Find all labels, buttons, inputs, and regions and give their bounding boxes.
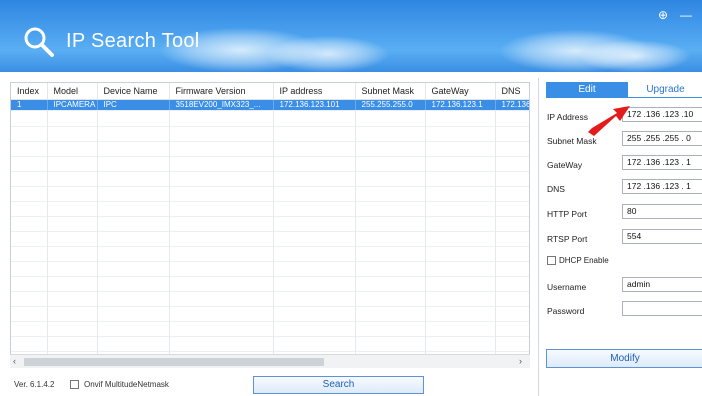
scroll-right-arrow[interactable]: ›	[519, 356, 522, 366]
rtsp-port-label: RTSP Port	[547, 234, 588, 244]
column-header-device-name[interactable]: Device Name	[97, 83, 170, 100]
scrollbar-thumb[interactable]	[24, 358, 324, 366]
username-field[interactable]: admin	[622, 277, 702, 292]
title-bar: IP Search Tool ⊕ —	[0, 0, 702, 72]
password-label: Password	[547, 306, 585, 316]
column-divider	[355, 83, 356, 359]
tab-upgrade[interactable]: Upgrade	[628, 82, 702, 98]
column-header-index[interactable]: Index	[11, 83, 48, 100]
column-divider	[273, 83, 274, 359]
onvif-multitude-netmask-checkbox[interactable]	[70, 380, 79, 389]
cell-subnet: 255.255.255.0	[355, 99, 426, 111]
cell-dns: 172.136.	[495, 99, 529, 111]
dns-label: DNS	[547, 184, 565, 194]
column-divider	[97, 83, 98, 359]
header-cloud-decoration	[580, 40, 690, 72]
column-divider	[495, 83, 496, 359]
cell-model: IPCAMERA	[47, 99, 98, 111]
username-label: Username	[547, 282, 587, 292]
app-title: IP Search Tool	[66, 30, 200, 52]
table-row[interactable]: 1 IPCAMERA IPC 3518EV200_IMX323_... 172.…	[11, 99, 529, 111]
version-label: Ver. 6.1.4.2	[14, 380, 55, 389]
modify-button[interactable]: Modify	[546, 349, 702, 368]
cell-gateway: 172.136.123.1	[425, 99, 496, 111]
column-header-firmware-version[interactable]: Firmware Version	[169, 83, 274, 100]
horizontal-scrollbar[interactable]: ‹ ›	[10, 354, 530, 368]
scroll-left-arrow[interactable]: ‹	[13, 356, 16, 366]
http-port-label: HTTP Port	[547, 209, 587, 219]
password-field[interactable]	[622, 301, 702, 316]
minimize-button[interactable]: —	[680, 9, 692, 21]
http-port-field[interactable]: 80	[622, 204, 702, 219]
column-divider	[169, 83, 170, 359]
column-header-model[interactable]: Model	[47, 83, 98, 100]
cell-firmware: 3518EV200_IMX323_...	[169, 99, 274, 111]
cell-ip: 172.136.123.101	[273, 99, 356, 111]
header-cloud-decoration	[268, 36, 388, 72]
column-divider	[425, 83, 426, 359]
subnet-mask-label: Subnet Mask	[547, 136, 597, 146]
settings-icon[interactable]: ⊕	[658, 9, 668, 21]
search-button[interactable]: Search	[253, 376, 424, 394]
ip-address-label: IP Address	[547, 112, 588, 122]
cell-device-name: IPC	[97, 99, 170, 111]
dhcp-enable-checkbox[interactable]	[547, 256, 556, 265]
gateway-label: GateWay	[547, 160, 583, 170]
dhcp-enable-label: DHCP Enable	[559, 256, 609, 265]
column-divider	[47, 83, 48, 359]
column-header-subnet-mask[interactable]: Subnet Mask	[355, 83, 426, 100]
column-header-gateway[interactable]: GateWay	[425, 83, 496, 100]
dns-field[interactable]: 172 .136 .123 . 1	[622, 179, 702, 194]
onvif-multitude-netmask-label: Onvif MultitudeNetmask	[84, 380, 169, 389]
tab-edit[interactable]: Edit	[546, 82, 628, 98]
gateway-field[interactable]: 172 .136 .123 . 1	[622, 155, 702, 170]
subnet-mask-field[interactable]: 255 .255 .255 . 0	[622, 131, 702, 146]
device-list-panel: Index Model Device Name Firmware Version…	[10, 82, 530, 368]
empty-grid-rows	[11, 112, 529, 359]
annotation-arrow-icon	[588, 106, 630, 136]
device-table: Index Model Device Name Firmware Version…	[11, 83, 529, 111]
ip-address-field[interactable]: 172 .136 .123 .10	[622, 107, 702, 122]
cell-index: 1	[11, 99, 48, 111]
column-header-ip-address[interactable]: IP address	[273, 83, 356, 100]
column-header-dns[interactable]: DNS	[495, 83, 529, 100]
search-logo-icon	[24, 27, 54, 57]
table-header-row: Index Model Device Name Firmware Version…	[11, 83, 529, 100]
rtsp-port-field[interactable]: 554	[622, 229, 702, 244]
